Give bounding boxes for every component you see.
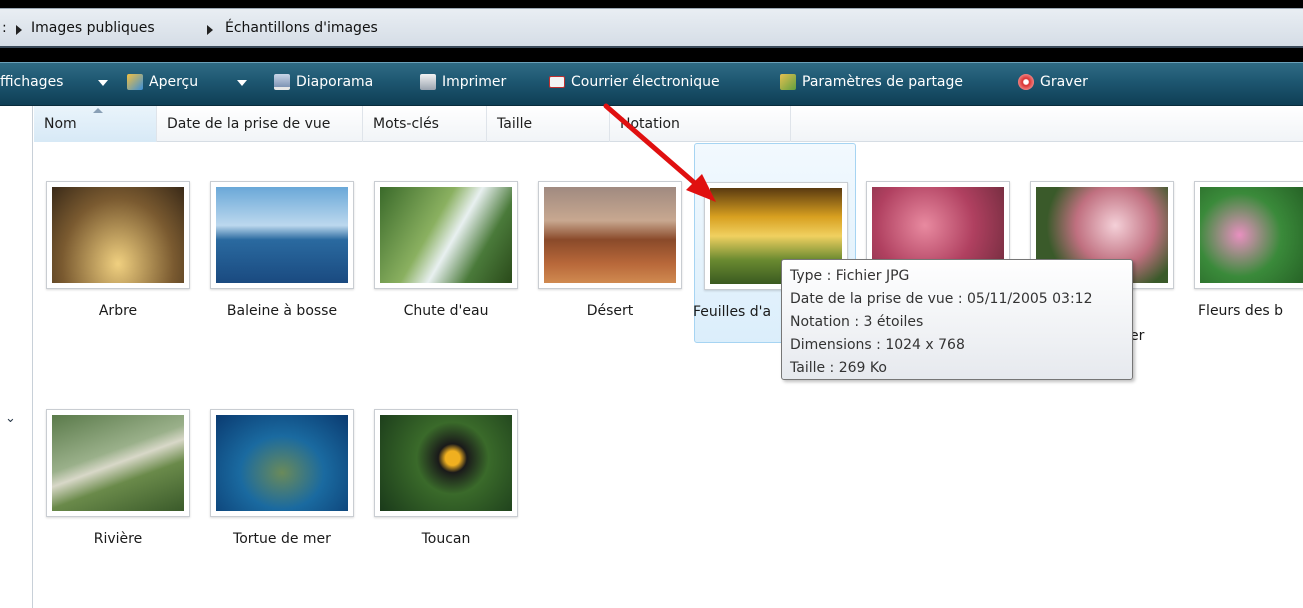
tooltip-dimensions: Dimensions : 1024 x 768 <box>790 337 965 353</box>
burn-button[interactable]: Graver <box>1018 74 1088 90</box>
address-bar[interactable]: : Images publiques Échantillons d'images <box>0 8 1303 48</box>
burn-label: Graver <box>1040 74 1088 90</box>
slideshow-label: Diaporama <box>296 74 374 90</box>
file-name: Arbre <box>98 303 138 319</box>
file-name: Désert <box>586 303 634 319</box>
email-icon <box>549 76 565 88</box>
print-button[interactable]: Imprimer <box>420 74 506 90</box>
file-name: Toucan <box>421 531 471 547</box>
thumbnail <box>374 181 518 289</box>
thumbnail <box>46 409 190 517</box>
file-name: Rivière <box>93 531 143 547</box>
file-name: Feuilles d'a <box>693 304 772 320</box>
file-name: Chute d'eau <box>403 303 489 319</box>
file-name: Baleine à bosse <box>226 303 338 319</box>
tooltip-type: Type : Fichier JPG <box>790 268 910 284</box>
print-label: Imprimer <box>442 74 507 90</box>
share-label: Paramètres de partage <box>802 74 964 90</box>
thumbnail <box>210 181 354 289</box>
window-top-bar: : Images publiques Échantillons d'images <box>0 0 1303 62</box>
thumbnail <box>1194 181 1303 289</box>
share-settings-button[interactable]: Paramètres de partage <box>780 74 963 90</box>
views-dropdown-icon[interactable] <box>98 80 108 86</box>
printer-icon <box>420 74 436 90</box>
email-label: Courrier électronique <box>571 74 720 90</box>
email-button[interactable]: Courrier électronique <box>549 74 720 90</box>
breadcrumb-echantillons[interactable]: Échantillons d'images <box>225 20 378 36</box>
preview-dropdown-icon[interactable] <box>237 80 247 86</box>
breadcrumb-separator-icon[interactable] <box>16 25 22 35</box>
preview-label: Aperçu <box>149 74 199 90</box>
file-info-tooltip: Type : Fichier JPG Date de la prise de v… <box>781 259 1133 380</box>
thumbnail <box>46 181 190 289</box>
preview-button[interactable]: Aperçu <box>127 74 198 90</box>
thumbnail <box>210 409 354 517</box>
breadcrumb-prefix: : <box>2 20 7 36</box>
burn-disc-icon <box>1018 74 1034 90</box>
slideshow-icon <box>274 74 290 90</box>
file-item-toucan[interactable]: Toucan <box>362 371 518 571</box>
file-item-chute-eau[interactable]: Chute d'eau <box>362 143 518 343</box>
file-item-fleurs-des-bois[interactable]: Fleurs des b <box>1182 143 1303 343</box>
file-name: Tortue de mer <box>233 531 331 547</box>
views-label: ffichages <box>0 74 64 90</box>
navigation-pane: ⌄ <box>0 106 33 608</box>
share-icon <box>780 74 796 90</box>
tooltip-date: Date de la prise de vue : 05/11/2005 03:… <box>790 291 1093 307</box>
column-mots-cles[interactable]: Mots-clés <box>363 106 487 142</box>
tooltip-size: Taille : 269 Ko <box>790 360 887 376</box>
slideshow-button[interactable]: Diaporama <box>274 74 373 90</box>
file-item-tortue[interactable]: Tortue de mer <box>198 371 354 571</box>
breadcrumb-images-publiques[interactable]: Images publiques <box>31 20 155 36</box>
file-item-desert[interactable]: Désert <box>526 143 682 343</box>
file-item-baleine[interactable]: Baleine à bosse <box>198 143 354 343</box>
file-item-riviere[interactable]: Rivière <box>34 371 190 571</box>
column-header: Nom Date de la prise de vue Mots-clés Ta… <box>34 106 1303 142</box>
file-name: Fleurs des b <box>1198 303 1284 319</box>
thumbnail <box>538 181 682 289</box>
preview-icon <box>127 74 143 90</box>
tooltip-rating: Notation : 3 étoiles <box>790 314 924 330</box>
column-taille[interactable]: Taille <box>487 106 610 142</box>
column-notation[interactable]: Notation <box>610 106 791 142</box>
views-button[interactable]: ffichages <box>0 74 63 90</box>
thumbnail <box>374 409 518 517</box>
chevron-down-icon[interactable]: ⌄ <box>5 411 16 426</box>
column-date-prise-vue[interactable]: Date de la prise de vue <box>157 106 363 142</box>
sort-ascending-icon <box>93 108 103 113</box>
file-item-arbre[interactable]: Arbre <box>34 143 190 343</box>
breadcrumb-separator-icon[interactable] <box>207 25 213 35</box>
